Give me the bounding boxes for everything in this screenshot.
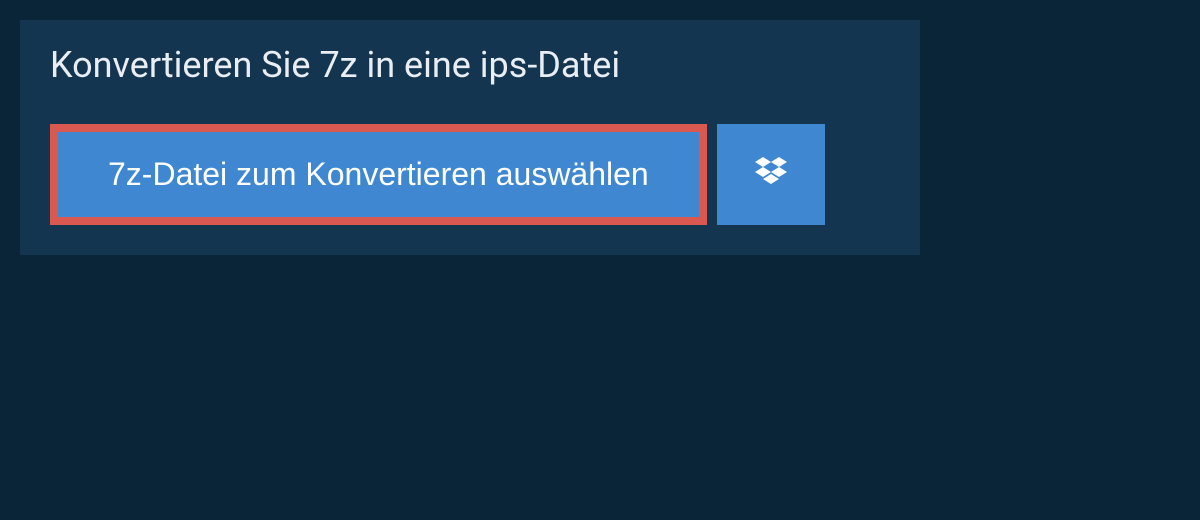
dropbox-icon bbox=[751, 153, 791, 196]
page-title: Konvertieren Sie 7z in eine ips-Datei bbox=[50, 44, 620, 86]
select-file-button[interactable]: 7z-Datei zum Konvertieren auswählen bbox=[58, 132, 699, 217]
button-row: 7z-Datei zum Konvertieren auswählen bbox=[20, 106, 920, 255]
title-bar: Konvertieren Sie 7z in eine ips-Datei bbox=[20, 20, 650, 106]
dropbox-button[interactable] bbox=[717, 124, 825, 225]
select-file-highlight: 7z-Datei zum Konvertieren auswählen bbox=[50, 124, 707, 225]
converter-panel: Konvertieren Sie 7z in eine ips-Datei 7z… bbox=[20, 20, 920, 255]
